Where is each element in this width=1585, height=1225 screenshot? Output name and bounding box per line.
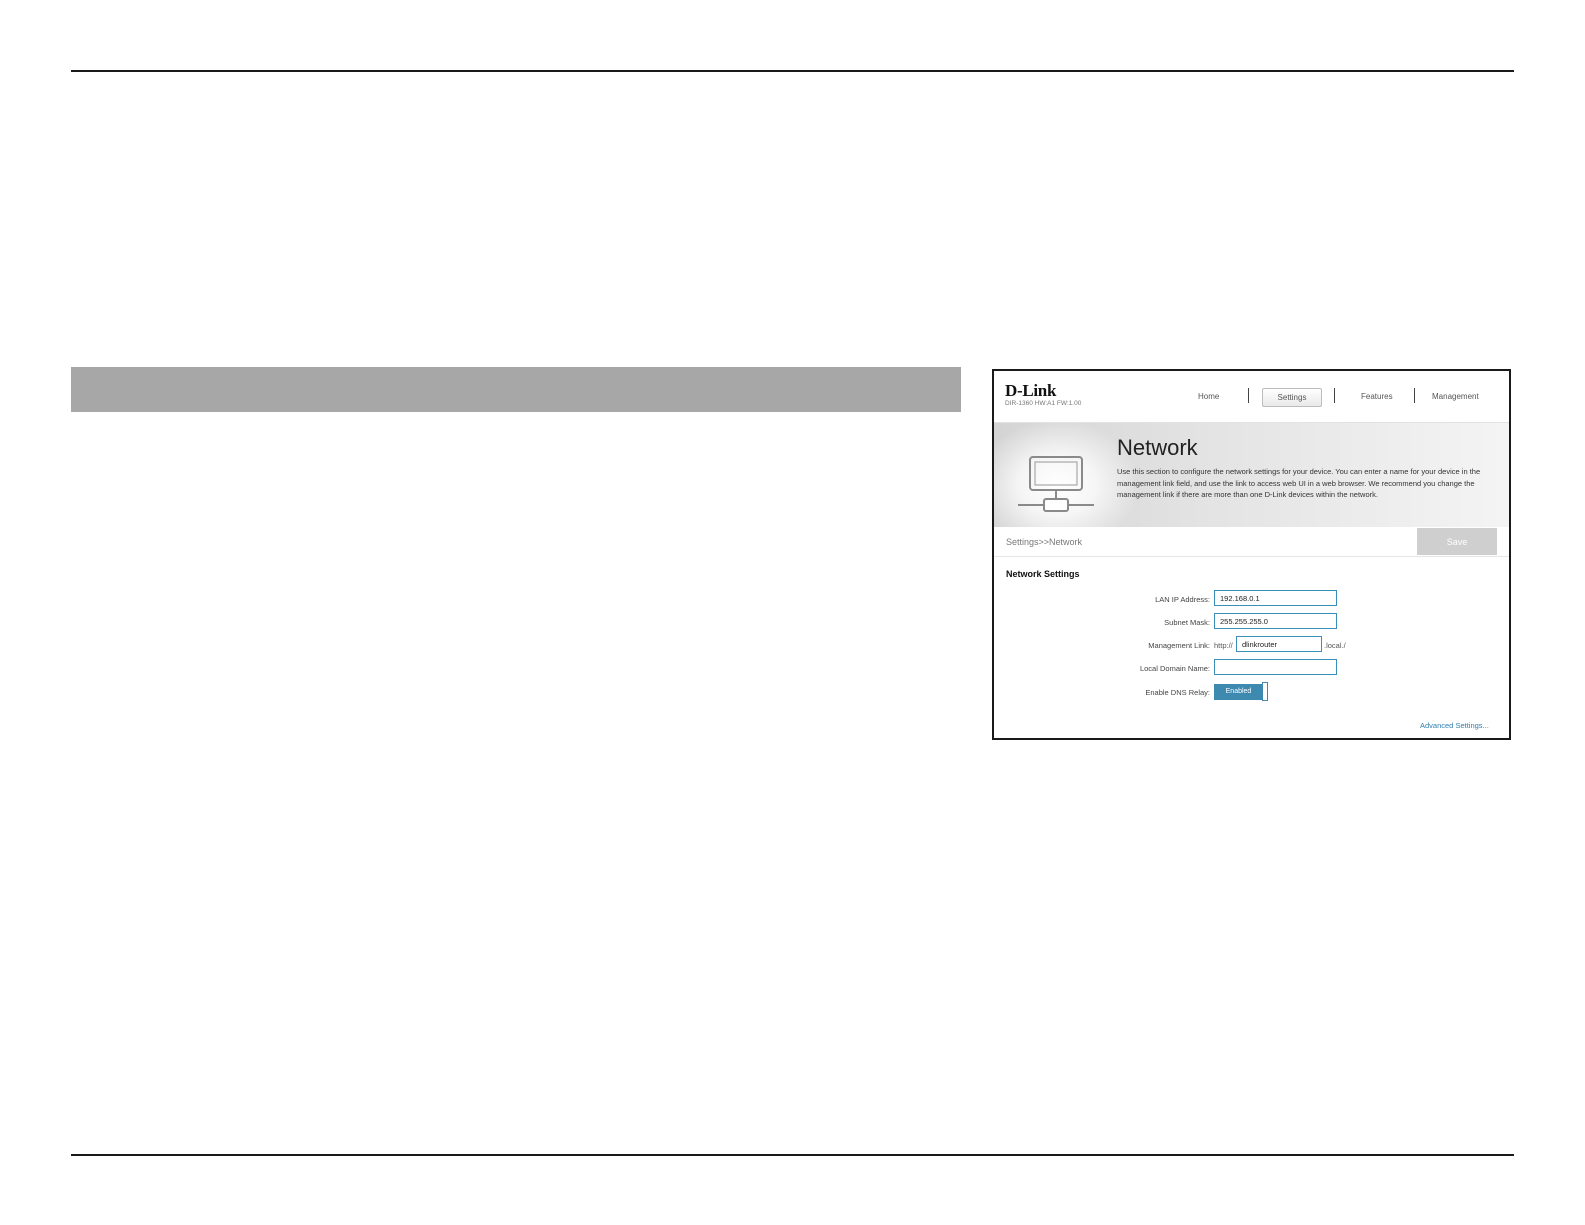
page-banner: Network Use this section to configure th… (994, 423, 1509, 527)
section-title: Network Settings (1006, 569, 1080, 579)
breadcrumb-bar: Settings>>Network Save (994, 527, 1509, 557)
hardware-info: DIR-1360 HW:A1 FW:1.00 (1005, 400, 1082, 407)
toggle-knob[interactable] (1262, 682, 1268, 701)
lan-ip-input[interactable] (1214, 590, 1337, 606)
router-header: D-Link DIR-1360 HW:A1 FW:1.00 Home Setti… (994, 371, 1509, 423)
top-rule (71, 70, 1514, 72)
save-button[interactable]: Save (1417, 528, 1497, 555)
breadcrumb: Settings>>Network (1006, 537, 1083, 547)
subnet-mask-label: Subnet Mask: (1164, 618, 1210, 627)
bottom-rule (71, 1154, 1514, 1156)
nav-divider (1414, 388, 1415, 403)
management-link-prefix: http:// (1214, 641, 1233, 650)
management-link-label: Management Link: (1148, 641, 1210, 650)
page-title: Network (1117, 435, 1198, 460)
router-screenshot: D-Link DIR-1360 HW:A1 FW:1.00 Home Setti… (992, 369, 1511, 740)
local-domain-label: Local Domain Name: (1139, 664, 1210, 673)
toggle-state-label: Enabled (1214, 684, 1263, 700)
section-header-bar (71, 367, 961, 412)
management-link-input[interactable] (1236, 636, 1322, 652)
lan-ip-label: LAN IP Address: (1155, 595, 1210, 604)
page-description: Use this section to configure the networ… (1117, 467, 1481, 499)
local-domain-input[interactable] (1214, 659, 1337, 675)
nav-divider (1334, 388, 1335, 403)
nav-settings[interactable]: Settings (1262, 388, 1322, 407)
nav-divider (1248, 388, 1249, 403)
nav-features[interactable]: Features (1361, 392, 1393, 401)
dns-relay-label: Enable DNS Relay: (1145, 688, 1210, 697)
network-computer-icon (1018, 456, 1094, 512)
subnet-mask-input[interactable] (1214, 613, 1337, 629)
management-link-suffix: .local./ (1324, 641, 1346, 650)
advanced-settings-link[interactable]: Advanced Settings... (1420, 721, 1489, 730)
dlink-logo: D-Link (1005, 381, 1057, 400)
nav-home[interactable]: Home (1198, 392, 1219, 401)
nav-management[interactable]: Management (1432, 392, 1479, 401)
dns-relay-toggle[interactable]: Enabled (1214, 682, 1270, 702)
